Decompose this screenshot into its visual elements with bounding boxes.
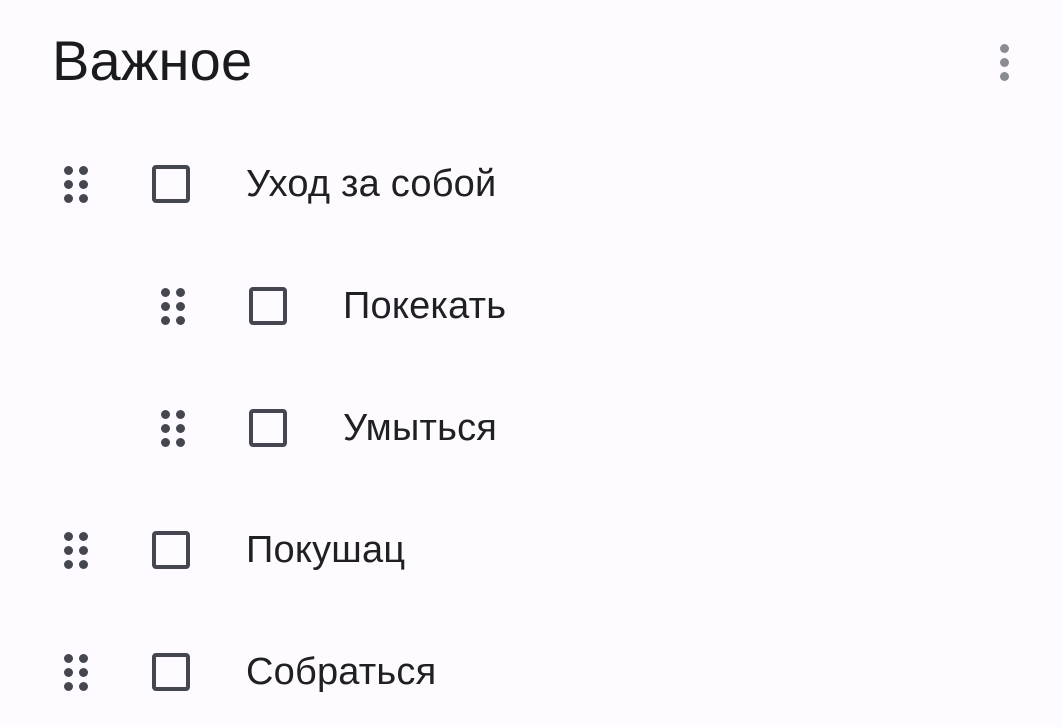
drag-indicator-icon[interactable]: [62, 528, 90, 572]
list-item-label: Покекать: [343, 285, 507, 327]
list-item: Покекать: [159, 266, 506, 346]
checkbox[interactable]: [249, 287, 287, 325]
list-item-label: Покушац: [246, 529, 406, 571]
drag-indicator-icon[interactable]: [159, 406, 187, 450]
list-item: Собраться: [62, 632, 436, 712]
list-item: Уход за собой: [62, 144, 496, 224]
checklist-card: Важное Уход за собой Покекать Умыться По…: [0, 0, 1062, 727]
drag-indicator-icon[interactable]: [159, 284, 187, 328]
list-item-label: Собраться: [246, 651, 437, 693]
checklist: Уход за собой Покекать Умыться Покушац С…: [0, 0, 1062, 727]
list-item: Покушац: [62, 510, 405, 590]
drag-indicator-icon[interactable]: [62, 162, 90, 206]
list-item-label: Умыться: [343, 407, 498, 449]
list-item-label: Уход за собой: [246, 163, 497, 205]
checkbox[interactable]: [152, 165, 190, 203]
checkbox[interactable]: [249, 409, 287, 447]
drag-indicator-icon[interactable]: [62, 650, 90, 694]
list-item: Умыться: [159, 388, 497, 468]
checkbox[interactable]: [152, 653, 190, 691]
checkbox[interactable]: [152, 531, 190, 569]
